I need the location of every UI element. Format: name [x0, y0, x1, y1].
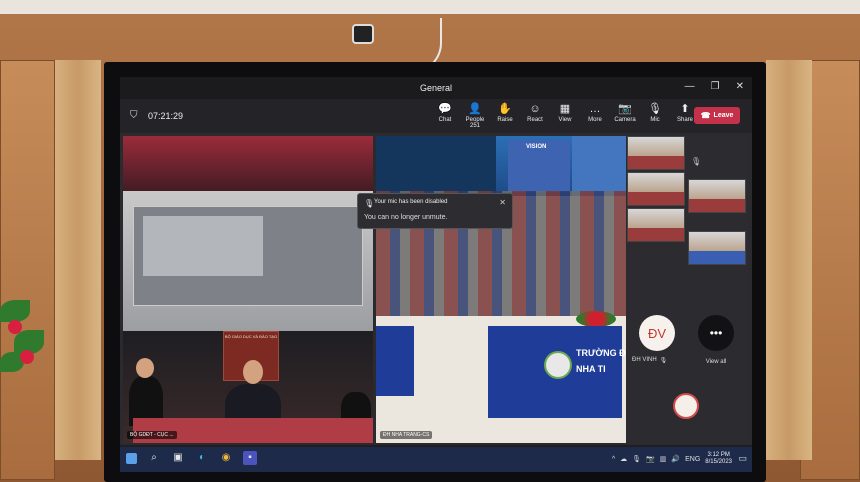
leave-button[interactable]: ☎ Leave: [694, 107, 740, 124]
raise-hand-icon: ✋: [498, 103, 512, 115]
podium-text: BỘ GIÁO DỤC VÀ ĐÀO TẠO: [224, 334, 278, 339]
windows-start-icon[interactable]: [126, 452, 137, 464]
system-tray: ^ ☁ 🎙 📷 ▥ 🔊 ENG 3:12 PM 8/15/2023: [612, 452, 732, 466]
toolbar-label: Raise: [497, 117, 513, 123]
mic-off-icon: 🎙: [691, 157, 702, 166]
webcam-device: [352, 24, 374, 44]
organization-logo: [673, 393, 699, 419]
mic-off-icon: 🎙: [659, 358, 668, 364]
system-clock[interactable]: 3:12 PM 8/15/2023: [705, 452, 732, 466]
share-button[interactable]: ⬆ Share: [674, 102, 696, 123]
participant-thumbnail[interactable]: [627, 136, 685, 170]
react-button[interactable]: ☺ React: [524, 102, 546, 123]
university-logo: [544, 351, 572, 379]
mic-disabled-toast: 🎙 Your mic has been disabled You can no …: [357, 193, 513, 229]
toolbar-label: Mic: [650, 117, 660, 123]
search-icon[interactable]: ⌕: [147, 451, 161, 465]
video-tile-dh-nha-trang[interactable]: VISION TRƯỜNG Đ NHA TI ĐH NHA TRANG-CS: [376, 136, 626, 443]
meeting-timer: 07:21:29: [148, 111, 184, 121]
clock-time: 3:12 PM: [707, 452, 730, 458]
mic-icon: 🎙: [632, 456, 642, 463]
toolbar-label: Share: [676, 117, 693, 123]
participant-thumbnail[interactable]: [688, 179, 746, 213]
people-button[interactable]: 👤251 People: [464, 102, 486, 129]
toolbar-label: People: [465, 117, 485, 123]
toolbar-label: View: [558, 117, 572, 123]
taskbar-apps: ⌕ ▣ ◐ ◉ ▪: [126, 451, 257, 465]
toolbar-label: React: [527, 117, 543, 123]
chat-icon: 💬: [438, 103, 452, 115]
close-icon[interactable]: ✕: [499, 198, 506, 207]
wall-panel-left: [0, 60, 55, 480]
participant-thumbnail[interactable]: [627, 208, 685, 242]
title-bar: General — ❐ ✕: [120, 77, 752, 99]
leave-label: Leave: [713, 112, 734, 119]
avatar[interactable]: ĐV: [639, 315, 675, 351]
mic-off-icon: 🎙: [648, 103, 662, 115]
more-icon: …: [589, 103, 601, 115]
meeting-toolbar: ⛉ 07:21:29 💬 Chat 👤251 People ✋ Raise ☺ React ▦ V…: [120, 99, 752, 133]
participant-thumbnail[interactable]: [688, 231, 746, 265]
ceiling: [0, 0, 860, 14]
participant-name-tag: ĐH NHA TRANG-CS: [380, 431, 433, 439]
toolbar-label: Chat: [438, 117, 452, 123]
mic-button[interactable]: 🎙 Mic: [644, 102, 666, 123]
chat-button[interactable]: 💬 Chat: [434, 102, 456, 123]
react-icon: ☺: [529, 103, 541, 115]
more-participants-button[interactable]: •••: [698, 315, 734, 351]
mic-off-icon: 🎙: [364, 199, 375, 208]
window-controls: — ❐ ✕: [685, 81, 744, 92]
teams-icon[interactable]: ▪: [243, 451, 257, 465]
flower-arrangement: [576, 311, 616, 327]
toolbar-actions: 💬 Chat 👤251 People ✋ Raise ☺ React ▦ View … More 📷 Ca…: [434, 102, 696, 129]
task-view-icon[interactable]: ▣: [171, 451, 185, 465]
toast-body: You can no longer unmute.: [364, 214, 448, 221]
shield-icon: ⛉: [130, 110, 138, 121]
toolbar-label: Camera: [614, 117, 636, 123]
notification-icon[interactable]: ▭: [738, 453, 747, 464]
toolbar-label: More: [588, 117, 602, 123]
windows-taskbar: ⌕ ▣ ◐ ◉ ▪ ^ ☁ 🎙 📷 ▥ 🔊 ENG 3:12 PM 8/15/2…: [120, 447, 752, 472]
camera-icon: 📷: [646, 456, 655, 463]
window-title: General: [419, 83, 453, 93]
chrome-icon[interactable]: ◉: [219, 451, 233, 465]
banner-text-line2: NHA TI: [576, 364, 606, 374]
maximize-icon[interactable]: ❐: [711, 81, 720, 92]
more-button[interactable]: … More: [584, 102, 606, 123]
people-icon: 👤251: [468, 103, 482, 129]
raise-button[interactable]: ✋ Raise: [494, 102, 516, 123]
share-icon: ⬆: [680, 103, 690, 115]
camera-off-icon: 📷: [618, 103, 632, 115]
camera-button[interactable]: 📷 Camera: [614, 102, 636, 123]
pillar-left: [55, 60, 101, 460]
minimize-icon[interactable]: —: [685, 81, 695, 92]
view-all-label[interactable]: View all: [698, 359, 734, 365]
toast-title: Your mic has been disabled: [374, 199, 448, 205]
vision-title: VISION: [526, 144, 547, 150]
edge-browser-icon[interactable]: ◐: [195, 451, 209, 465]
cloud-icon: ☁: [620, 456, 628, 463]
chevron-up-icon[interactable]: ^: [612, 456, 615, 463]
phone-hangup-icon: ☎: [700, 111, 711, 120]
pillar-right: [766, 60, 812, 460]
view-icon: ▦: [559, 103, 571, 115]
network-icon: ▥: [659, 456, 667, 463]
video-stage: BỘ GIÁO DỤC VÀ ĐÀO TẠO BỘ GDĐT - CỤC ...…: [120, 133, 752, 445]
volume-icon[interactable]: 🔊: [671, 455, 680, 463]
teams-window: General — ❐ ✕ ⛉ 07:21:29 💬 Chat 👤251 People…: [120, 77, 752, 472]
participant-thumbnail[interactable]: [627, 172, 685, 206]
view-button[interactable]: ▦ View: [554, 102, 576, 123]
flower-decoration: [0, 290, 44, 380]
language-indicator[interactable]: ENG: [685, 456, 700, 463]
people-count: 251: [469, 123, 480, 129]
participant-name-tag: BỘ GDĐT - CỤC ...: [127, 431, 177, 439]
avatar-name: ĐH VINH 🎙: [632, 357, 668, 364]
banner-text-line1: TRƯỜNG Đ: [576, 348, 626, 358]
video-tile-bo-gddt[interactable]: BỘ GIÁO DỤC VÀ ĐÀO TẠO BỘ GDĐT - CỤC ...: [123, 136, 373, 443]
clock-date: 8/15/2023: [705, 459, 732, 465]
close-icon[interactable]: ✕: [736, 81, 744, 92]
